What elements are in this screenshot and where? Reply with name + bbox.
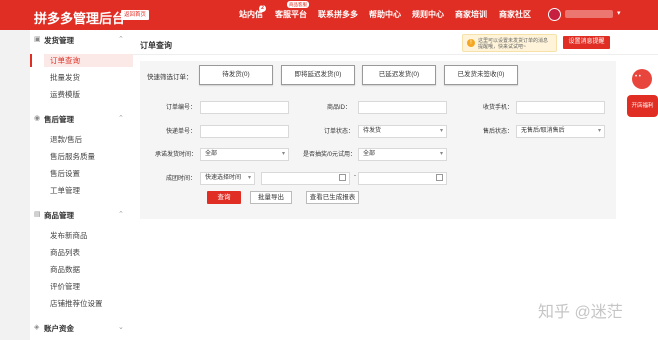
aftersale-status-label: 售后状态： [483, 129, 514, 135]
aftersale-icon: ◉ [34, 115, 41, 122]
top-bar: 拼多多管理后台 返回首页 站内信 2 商品客服 客服平台 联系拼多多 帮助中心 … [0, 0, 658, 30]
tracking-no-label: 快递单号： [166, 129, 197, 135]
chevron-up-icon[interactable]: ⌃ [118, 114, 124, 122]
sidebar-item-shop-recommend[interactable]: 店铺推荐位设置 [50, 298, 103, 309]
order-status-value: 待发货 [363, 128, 382, 134]
promised-ship-value: 全部 [205, 151, 218, 157]
chevron-up-icon[interactable]: ⌃ [118, 210, 124, 218]
view-reports-button[interactable]: 查看已生成报表 [306, 191, 359, 204]
inbox-badge: 2 [259, 5, 266, 12]
nav-community[interactable]: 商家社区 [499, 9, 531, 20]
avatar[interactable] [548, 8, 561, 21]
is-sample-select[interactable]: 全部 ▾ [358, 148, 447, 161]
sidebar-item-ticket[interactable]: 工单管理 [50, 185, 80, 196]
quick-filter-shipped[interactable]: 已发货未签收(0) [444, 65, 518, 85]
mascot-face: • • [635, 74, 641, 80]
bulb-icon: ! [467, 39, 475, 47]
sidebar: ▣ 发货管理 ⌃ 订单查询 批量发货 运费模版 ◉ 售后管理 ⌃ 退款/售后 售… [30, 30, 133, 340]
phone-label: 收货手机： [483, 105, 514, 111]
chevron-up-icon[interactable]: ⌃ [118, 35, 124, 43]
promised-ship-select[interactable]: 全部 ▾ [200, 148, 289, 161]
quick-filter-late[interactable]: 已延迟发货(0) [362, 65, 436, 85]
set-reminder-button[interactable]: 设置消息提醒 [563, 36, 610, 49]
wallet-icon: ◈ [34, 324, 40, 331]
order-no-input[interactable] [200, 101, 289, 114]
is-sample-value: 全部 [363, 151, 376, 157]
chevron-down-icon: ▾ [439, 128, 443, 134]
sidebar-item-aftersale-settings[interactable]: 售后设置 [50, 168, 80, 179]
quick-filter-soon-late[interactable]: 即将延迟发货(0) [281, 65, 355, 85]
nav-training[interactable]: 商家培训 [455, 9, 487, 20]
aftersale-status-select[interactable]: 无售后/取消售后 ▾ [516, 125, 605, 138]
tracking-no-input[interactable] [200, 125, 289, 138]
order-no-label: 订单编号： [166, 105, 197, 111]
quick-filter-pending[interactable]: 待发货(0) [199, 65, 273, 85]
nav-rules[interactable]: 规则中心 [412, 9, 444, 20]
watermark: 知乎 @迷茫 [538, 304, 623, 321]
start-date-input[interactable] [261, 172, 350, 185]
nav-contact[interactable]: 联系拼多多 [318, 9, 358, 20]
chevron-down-icon: ▾ [281, 151, 285, 157]
goods-id-input[interactable] [358, 101, 447, 114]
aftersale-status-value: 无售后/取消售后 [521, 128, 565, 134]
sidebar-item-aftersale-quality[interactable]: 售后服务质量 [50, 151, 95, 162]
sidebar-section-shipping[interactable]: 发货管理 [44, 35, 74, 46]
sidebar-item-batch-ship[interactable]: 批量发货 [50, 72, 80, 83]
calendar-icon[interactable] [339, 174, 346, 181]
sidebar-item-order-query[interactable]: 订单查询 [30, 54, 133, 67]
order-status-label: 订单状态： [324, 129, 355, 135]
end-date-input[interactable] [358, 172, 447, 185]
order-time-label: 成团时间： [166, 176, 197, 182]
divider [133, 54, 658, 55]
back-home-button[interactable]: 返回首页 [121, 10, 150, 20]
sidebar-item-goods-list[interactable]: 商品列表 [50, 247, 80, 258]
quick-filter-label: 快速筛选订单： [147, 74, 193, 81]
sidebar-item-goods-data[interactable]: 商品数据 [50, 264, 80, 275]
tip-banner: ! 这里可以设置未发货订单的消息提醒哦，快来试试吧~ [462, 34, 557, 52]
box-icon: ▣ [34, 36, 41, 43]
sidebar-item-freight-template[interactable]: 运费模版 [50, 89, 80, 100]
nav-help[interactable]: 帮助中心 [369, 9, 401, 20]
order-time-quick-select[interactable]: 快速选择时间 ▾ [200, 172, 255, 185]
sidebar-section-goods[interactable]: 商品管理 [44, 210, 74, 221]
main-content: 订单查询 ! 这里可以设置未发货订单的消息提醒哦，快来试试吧~ 设置消息提醒 快… [133, 30, 658, 340]
range-dash: - [354, 173, 356, 179]
promo-widget[interactable]: • • 开店福利 [627, 63, 658, 121]
phone-input[interactable] [516, 101, 605, 114]
chevron-down-icon: ▾ [439, 151, 443, 157]
sidebar-item-new-goods[interactable]: 发布新商品 [50, 230, 88, 241]
query-button[interactable]: 查询 [207, 191, 241, 204]
chevron-down-icon: ▾ [597, 128, 601, 134]
chevron-down-icon: ▾ [247, 175, 251, 181]
promised-ship-label: 承诺发货时间： [155, 152, 198, 158]
service-tag: 商品客服 [287, 1, 309, 8]
page-title: 订单查询 [140, 41, 172, 50]
sidebar-section-funds[interactable]: 账户资金 [44, 323, 74, 334]
chevron-down-icon[interactable]: ⌄ [118, 323, 124, 331]
sidebar-item-reviews[interactable]: 评价管理 [50, 281, 80, 292]
brand-logo[interactable]: 拼多多管理后台 [34, 8, 125, 27]
calendar-icon[interactable] [436, 174, 443, 181]
username[interactable] [565, 10, 613, 18]
is-sample-label: 是否抽奖/0元试用： [303, 152, 357, 158]
sidebar-section-aftersale[interactable]: 售后管理 [44, 114, 74, 125]
sidebar-item-refund[interactable]: 退款/售后 [50, 134, 82, 145]
tip-text: 这里可以设置未发货订单的消息提醒哦，快来试试吧~ [478, 38, 549, 50]
goods-icon: ▤ [34, 211, 41, 218]
order-status-select[interactable]: 待发货 ▾ [358, 125, 447, 138]
chevron-down-icon[interactable]: ▾ [617, 9, 621, 17]
export-button[interactable]: 批量导出 [250, 191, 292, 204]
nav-service[interactable]: 客服平台 [275, 9, 307, 20]
promo-label[interactable]: 开店福利 [627, 95, 658, 117]
goods-id-label: 商品ID： [327, 105, 352, 111]
order-time-value: 快速选择时间 [205, 175, 242, 181]
